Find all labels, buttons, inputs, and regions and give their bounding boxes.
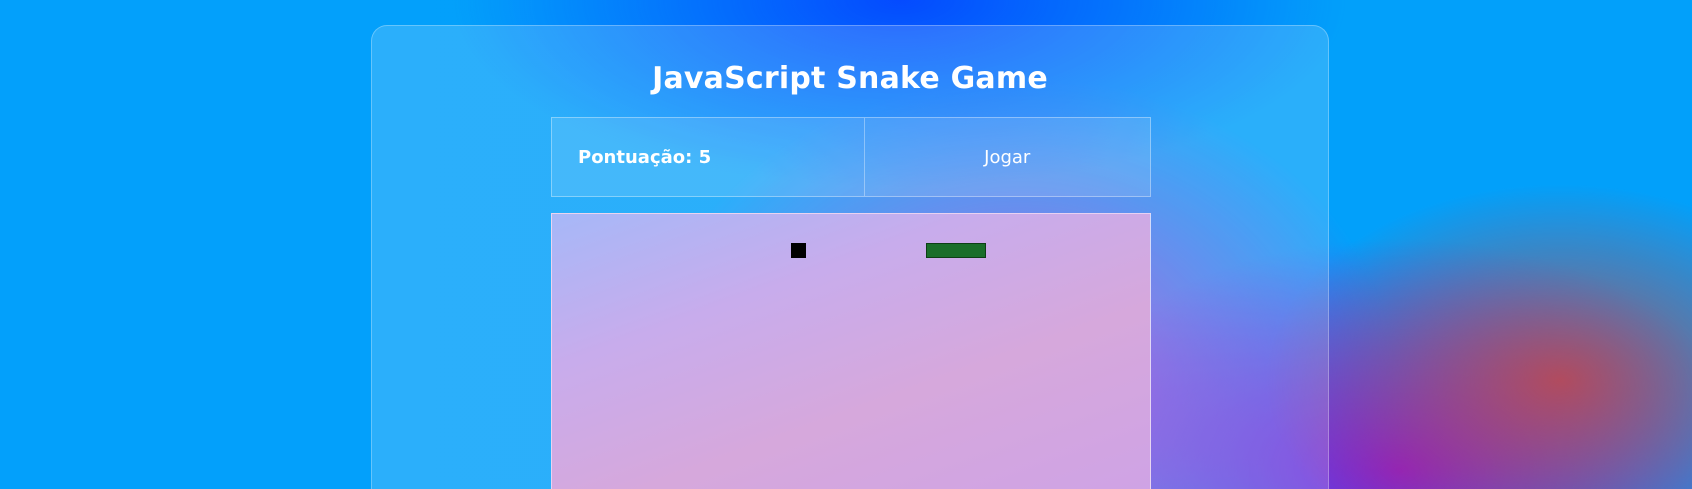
game-panel: JavaScript Snake Game Pontuação: 5 Jogar bbox=[371, 25, 1329, 489]
snake-body bbox=[926, 243, 986, 258]
game-controls: Pontuação: 5 Jogar bbox=[551, 117, 1151, 197]
score-display: Pontuação: 5 bbox=[551, 117, 865, 197]
game-title: JavaScript Snake Game bbox=[652, 61, 1048, 96]
play-button[interactable]: Jogar bbox=[864, 117, 1151, 197]
food-item bbox=[791, 243, 806, 258]
game-board[interactable] bbox=[551, 213, 1151, 489]
